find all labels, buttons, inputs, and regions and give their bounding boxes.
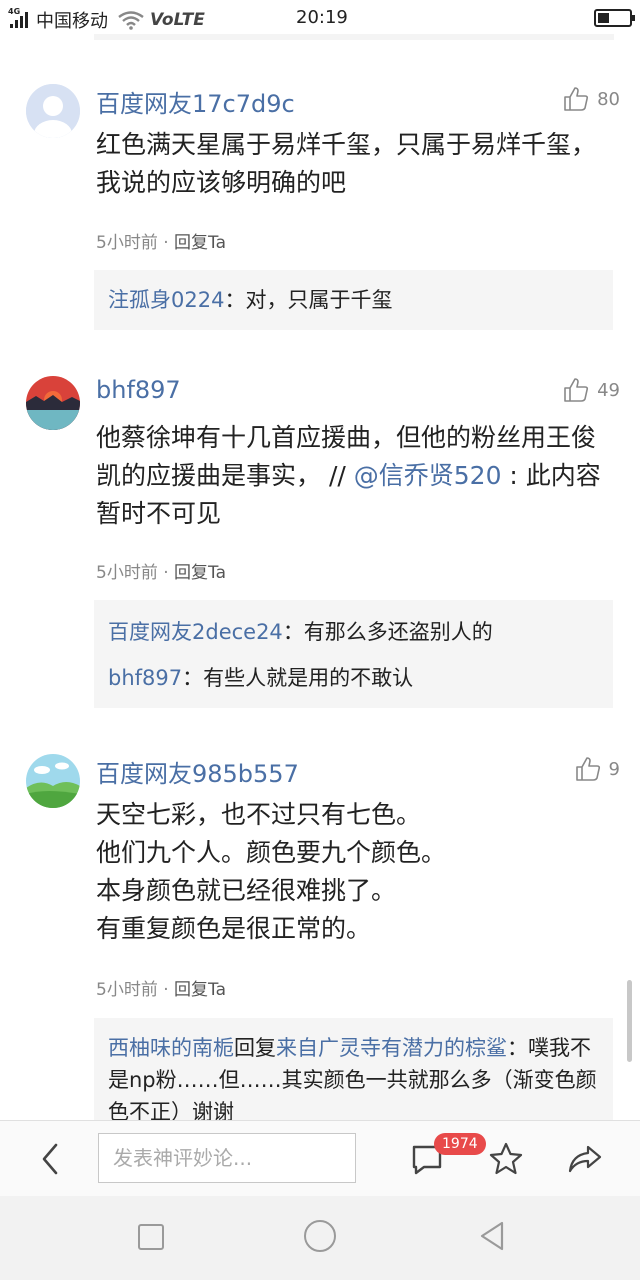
like-button[interactable]: 9 xyxy=(575,756,620,782)
previous-reply-edge xyxy=(94,34,614,40)
comment-username[interactable]: 百度网友17c7d9c xyxy=(96,84,295,119)
wifi-icon xyxy=(118,11,144,30)
reply-username[interactable]: 注孤身0224 xyxy=(108,288,224,312)
reply-text: ：有些人就是用的不敢认 xyxy=(182,666,414,690)
avatar[interactable] xyxy=(26,754,80,808)
bottom-comment-bar: 1974 xyxy=(0,1120,640,1196)
comment-meta: 5小时前 · 回复Ta xyxy=(96,980,227,1000)
volte-indicator: VoLTE xyxy=(150,10,205,30)
like-count: 49 xyxy=(597,379,620,401)
signal-icon: 4G xyxy=(8,7,32,30)
comment-meta: 5小时前 · 回复Ta xyxy=(96,563,227,583)
reply-ta-button[interactable]: 回复Ta xyxy=(174,563,226,583)
comment-time: 5小时前 xyxy=(96,563,158,583)
network-type: 4G xyxy=(8,7,21,16)
system-back-icon[interactable] xyxy=(478,1220,506,1252)
comment-time: 5小时前 xyxy=(96,233,158,253)
comment-text: 天空七彩，也不过只有七色。 他们九个人。颜色要九个颜色。 本身颜色就已经很难挑了… xyxy=(96,796,616,948)
system-nav-bar xyxy=(0,1196,640,1280)
battery-icon xyxy=(594,9,635,27)
recent-apps-button[interactable] xyxy=(138,1224,164,1250)
reply-username[interactable]: 百度网友2dece24 xyxy=(108,620,283,644)
reply-text: ：有那么多还盗别人的 xyxy=(282,620,493,644)
reply-ta-button[interactable]: 回复Ta xyxy=(174,233,226,253)
comment-time: 5小时前 xyxy=(96,980,158,1000)
quote-separator: // xyxy=(321,461,354,490)
reply-item[interactable]: 注孤身0224：对，只属于千玺 xyxy=(108,284,599,316)
avatar[interactable] xyxy=(26,376,80,430)
reply-list: 西柚味的南栀回复来自广灵寺有潜力的棕鲨：噗我不是np粉……但……其实颜色一共就那… xyxy=(94,1018,613,1120)
thumbs-up-icon xyxy=(575,757,600,781)
comment-input[interactable] xyxy=(98,1133,356,1183)
comment-line: 本身颜色就已经很难挑了。 xyxy=(96,876,397,905)
comment-line: 天空七彩，也不过只有七色。 xyxy=(96,800,422,829)
reply-list: 注孤身0224：对，只属于千玺 xyxy=(94,270,613,330)
default-avatar-icon xyxy=(26,84,80,138)
comment-count-badge: 1974 xyxy=(434,1133,486,1155)
reply-item[interactable]: 西柚味的南栀回复来自广灵寺有潜力的棕鲨：噗我不是np粉……但……其实颜色一共就那… xyxy=(108,1032,599,1120)
star-icon[interactable] xyxy=(488,1141,524,1177)
battery-level xyxy=(598,13,609,23)
comment-line: 有重复颜色是很正常的。 xyxy=(96,914,372,943)
landscape-avatar-icon xyxy=(26,754,80,808)
reply-username[interactable]: bhf897 xyxy=(108,666,182,690)
reply-item[interactable]: 百度网友2dece24：有那么多还盗别人的 xyxy=(108,616,599,648)
comment-username[interactable]: 百度网友985b557 xyxy=(96,754,299,789)
like-button[interactable]: 80 xyxy=(563,86,620,112)
like-count: 9 xyxy=(608,758,620,780)
reply-username[interactable]: 西柚味的南栀 xyxy=(108,1036,234,1060)
reply-item[interactable]: bhf897：有些人就是用的不敢认 xyxy=(108,662,599,694)
reply-list: 百度网友2dece24：有那么多还盗别人的 bhf897：有些人就是用的不敢认 xyxy=(94,600,613,708)
mention-link[interactable]: @信乔贤520 xyxy=(354,461,502,490)
reply-action: 回复 xyxy=(234,1036,276,1060)
comment-text: 他蔡徐坤有十几首应援曲，但他的粉丝用王俊凯的应援曲是事实， // @信乔贤520… xyxy=(96,419,616,533)
thumbs-up-icon xyxy=(564,378,589,402)
thumbs-up-icon xyxy=(564,87,589,111)
comment-username[interactable]: bhf897 xyxy=(96,376,181,404)
comment-line: 他们九个人。颜色要九个颜色。 xyxy=(96,838,447,867)
carrier-name: 中国移动 xyxy=(36,11,108,32)
status-bar: 4G 中国移动 VoLTE 20:19 xyxy=(0,0,640,36)
scrollbar[interactable] xyxy=(627,980,632,1062)
status-left: 4G 中国移动 VoLTE xyxy=(8,7,205,33)
sunset-avatar-icon xyxy=(26,376,80,430)
reply-target-username[interactable]: 来自广灵寺有潜力的棕鲨 xyxy=(276,1036,507,1060)
back-arrow-icon[interactable] xyxy=(36,1139,66,1179)
comment-text: 红色满天星属于易烊千玺，只属于易烊千玺，我说的应该够明确的吧 xyxy=(96,130,597,197)
avatar[interactable] xyxy=(26,84,80,138)
status-time: 20:19 xyxy=(296,7,348,28)
share-icon[interactable] xyxy=(566,1141,604,1177)
reply-ta-button[interactable]: 回复Ta xyxy=(174,980,226,1000)
reply-text: ：对，只属于千玺 xyxy=(224,288,393,312)
like-button[interactable]: 49 xyxy=(563,377,620,403)
home-button[interactable] xyxy=(304,1220,336,1252)
like-count: 80 xyxy=(597,88,620,110)
comment-meta: 5小时前 · 回复Ta xyxy=(96,233,227,253)
